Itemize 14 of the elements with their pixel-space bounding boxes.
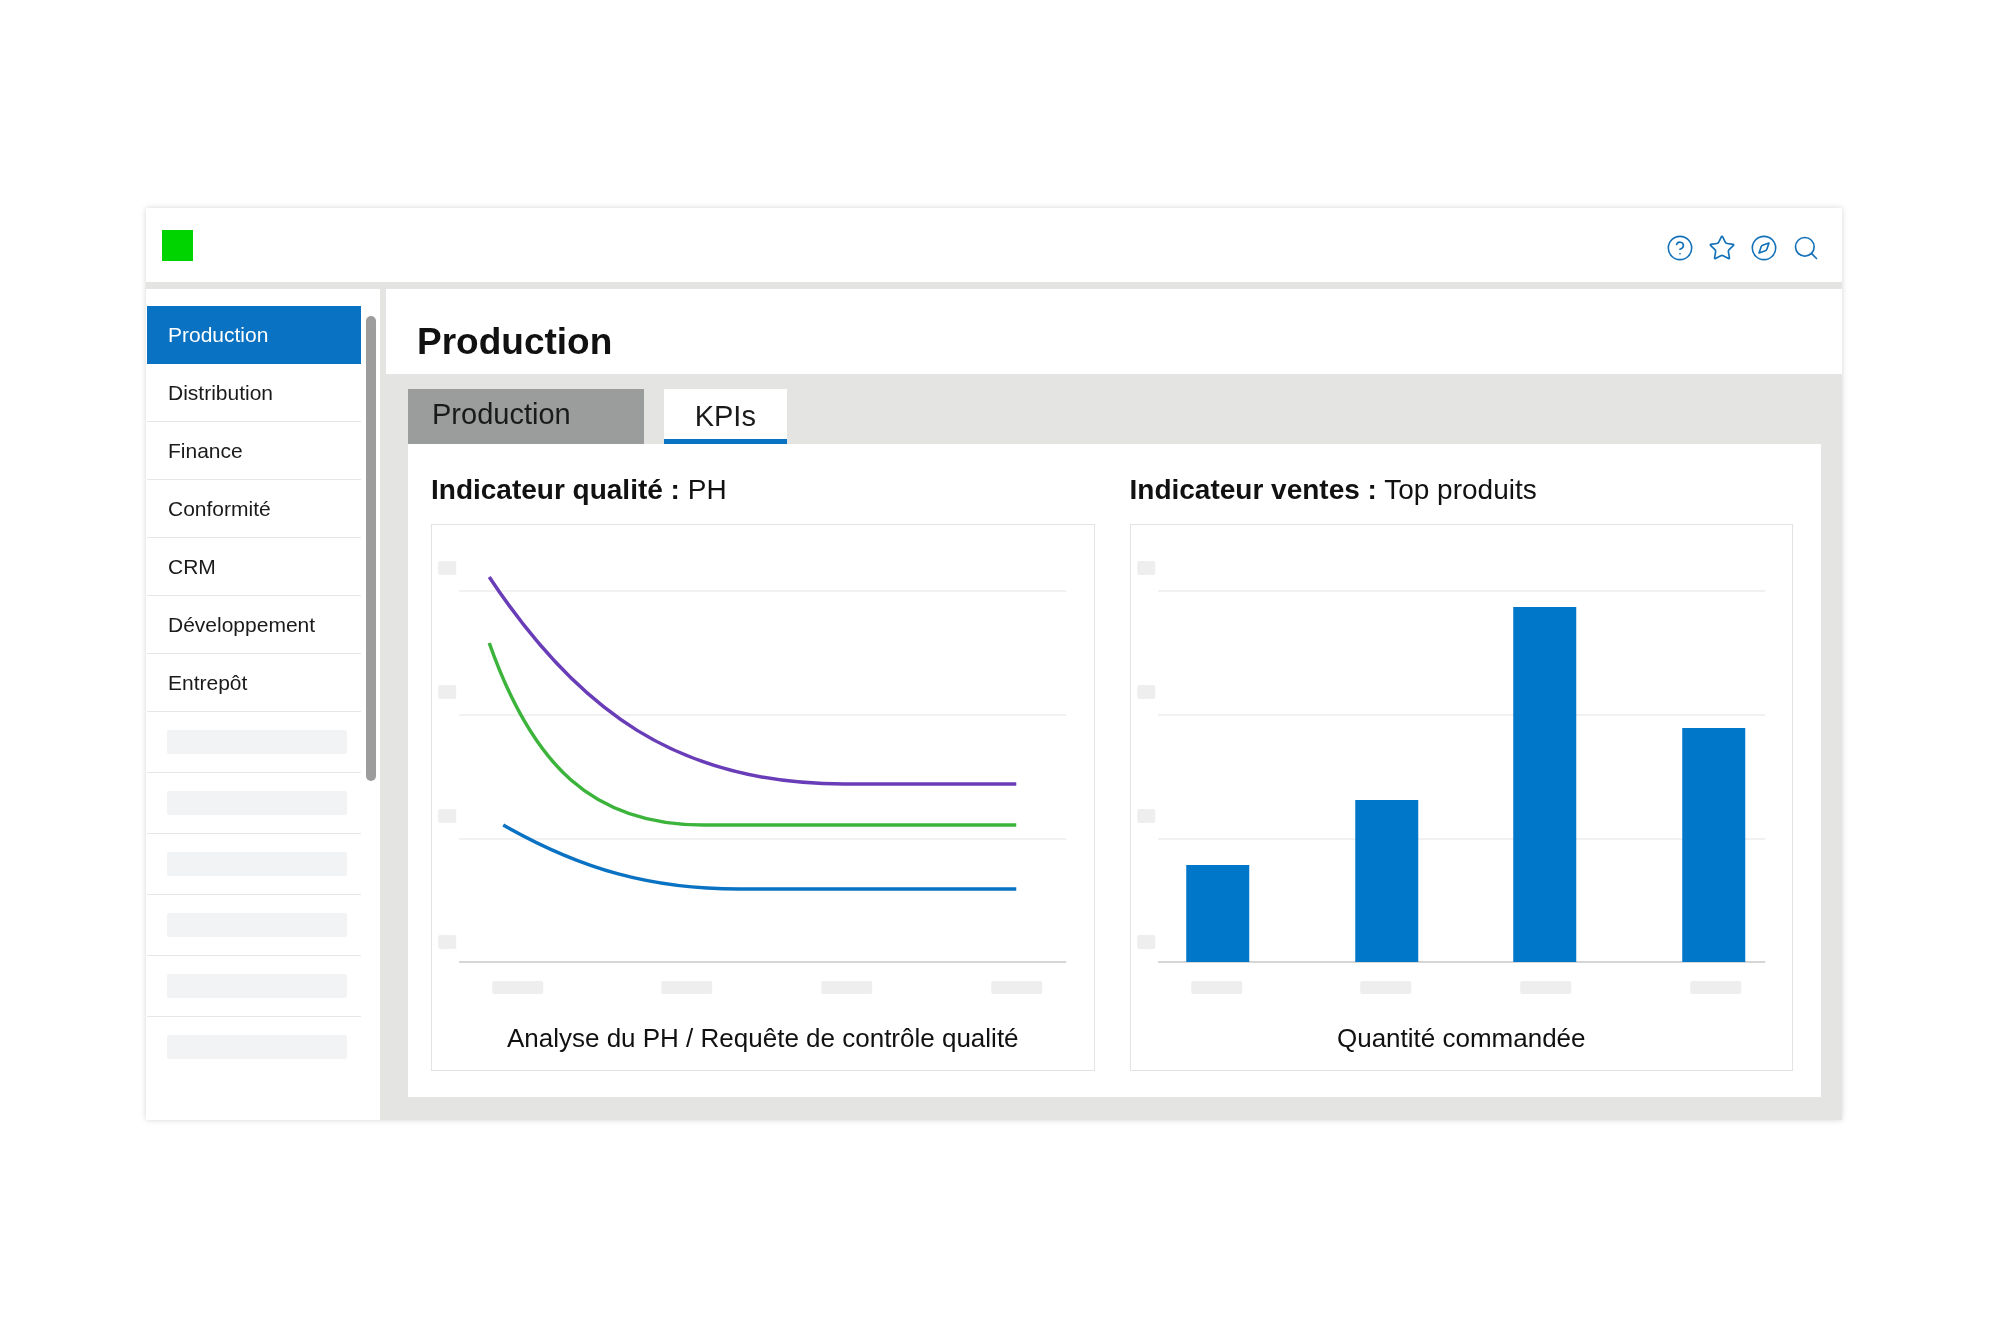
help-icon[interactable] — [1666, 234, 1694, 262]
tab[interactable]: KPIs — [663, 389, 787, 444]
axis-title: Quantité commandée — [1336, 1022, 1586, 1054]
tab[interactable]: Production — [408, 389, 644, 444]
chart-title: Indicateur qualité : PH — [431, 473, 727, 507]
search-icon[interactable] — [1792, 234, 1820, 262]
compass-icon[interactable] — [1750, 234, 1778, 262]
star-icon[interactable] — [1708, 234, 1736, 262]
logo-icon — [162, 229, 193, 261]
axis-title: Analyse du PH / Requête de contrôle qualité — [506, 1022, 1019, 1054]
sidebar-item[interactable]: Production — [147, 306, 361, 364]
chart-title: Indicateur ventes : Top produits — [1129, 473, 1537, 507]
page-title: Production — [417, 321, 613, 364]
scrollbar-thumb[interactable] — [366, 316, 376, 781]
